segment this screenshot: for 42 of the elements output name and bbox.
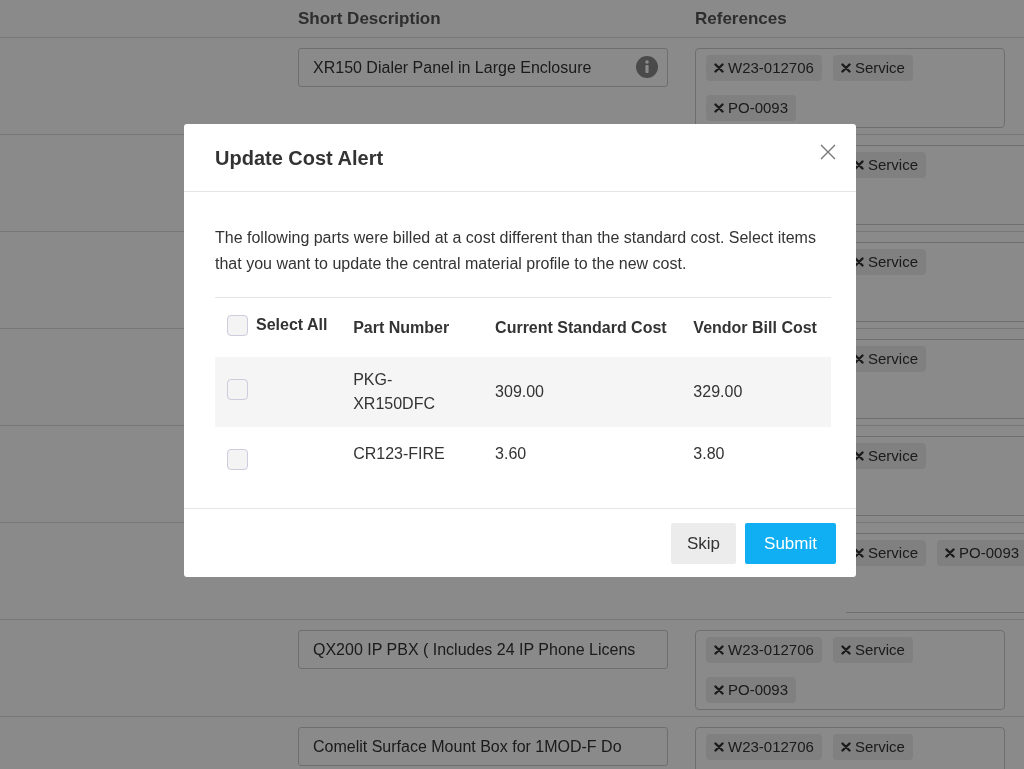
remove-icon[interactable] (854, 451, 864, 461)
checkbox-label: Select All (256, 315, 328, 335)
submit-button[interactable]: Submit (745, 522, 836, 564)
tag-label: Service (868, 542, 919, 563)
checkbox[interactable] (227, 314, 248, 336)
checkbox[interactable] (227, 448, 248, 470)
checkbox[interactable] (227, 378, 248, 400)
tag-label: PO-0093 (728, 97, 789, 118)
modal-title: Update Cost Alert (215, 146, 384, 170)
remove-icon[interactable] (854, 354, 864, 364)
remove-icon[interactable] (854, 548, 864, 558)
info-icon[interactable] (636, 56, 658, 78)
tag-label: PO-0093 (728, 679, 789, 700)
tag-label: Service (868, 445, 919, 466)
remove-icon[interactable] (854, 160, 864, 170)
table-cell: CR123-FIRE (353, 445, 445, 462)
description-field[interactable]: XR150 Dialer Panel in Large Enclosure (298, 48, 668, 87)
tag-label: Service (854, 57, 905, 78)
table-cell: 309.00 (495, 382, 544, 400)
table-cell: 3.60 (495, 445, 527, 462)
tag-label: Service (868, 348, 919, 369)
tag-label: Service (868, 154, 919, 175)
table-cell: 3.80 (693, 445, 725, 462)
column-header: Current Standard Cost (495, 318, 667, 336)
tag-label: W23-012706 (728, 736, 814, 757)
skip-button[interactable]: Skip (671, 522, 737, 564)
remove-icon[interactable] (854, 257, 864, 267)
modal-message: The following parts were billed at a cost different than the standard cost. Select items that you want to update the central material profile to the new cost. (215, 228, 817, 274)
table-cell: PKG-XR150DFC (353, 370, 435, 412)
tag-label: PO-0093 (959, 542, 1020, 563)
column-header: References (695, 7, 787, 30)
tag-label: Service (868, 251, 919, 272)
tag-label: W23-012706 (728, 57, 814, 78)
tag-label: Service (854, 639, 905, 660)
table-cell: 329.00 (693, 382, 743, 400)
description-field[interactable]: QX200 IP PBX ( Includes 24 IP Phone Licens (298, 630, 668, 669)
column-header: Short Description (298, 8, 441, 28)
tag-label: Service (854, 736, 905, 757)
tag-label: W23-012706 (728, 639, 814, 660)
description-field[interactable]: Comelit Surface Mount Box for 1MOD-F Do (298, 727, 668, 766)
column-header: Vendor Bill Cost (693, 318, 817, 336)
column-header: Part Number (353, 318, 450, 336)
